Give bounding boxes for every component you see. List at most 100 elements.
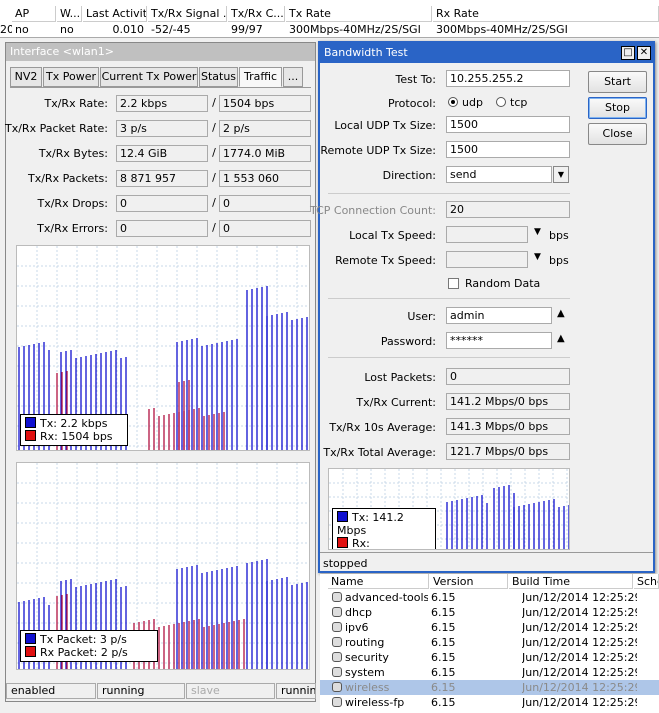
package-version: 6.15 (431, 681, 456, 694)
random-data-checkbox[interactable]: Random Data (448, 277, 540, 290)
package-row[interactable]: wireless 6.15 Jun/12/2014 12:25:29 (320, 680, 659, 695)
col-version[interactable]: Version (430, 574, 508, 589)
col-rx-rate[interactable]: Rx Rate (433, 6, 659, 22)
field-tx-value: 2.2 kbps (116, 95, 208, 112)
package-row[interactable]: advanced-tools 6.15 Jun/12/2014 12:25:29 (320, 590, 659, 605)
legend-tx-packet: Tx Packet: 3 p/s (40, 633, 127, 646)
cell-signal: -52/-45 (151, 23, 191, 36)
col-build-time[interactable]: Build Time (509, 574, 633, 589)
field-label: Tx/Rx Rate: (44, 97, 108, 110)
package-build-time: Jun/12/2014 12:25:29 (522, 606, 637, 619)
tab-more[interactable]: ... (283, 67, 303, 87)
legend-tx-rate: Tx: 2.2 kbps (40, 417, 108, 430)
start-button[interactable]: Start (588, 71, 647, 93)
package-build-time: Jun/12/2014 12:25:29 (522, 591, 637, 604)
col-ap[interactable]: AP (12, 6, 56, 22)
maximize-icon[interactable]: □ (621, 46, 635, 60)
stop-button[interactable]: Stop (588, 97, 647, 119)
protocol-tcp-radio[interactable]: tcp (496, 96, 527, 109)
interface-window: Interface <wlan1> NV2 Tx Power Current T… (5, 42, 316, 702)
package-build-time: Jun/12/2014 12:25:29 (522, 651, 637, 664)
remote-speed-dropdown-icon[interactable]: ▼ (534, 252, 541, 262)
package-row[interactable]: wireless-fp 6.15 Jun/12/2014 12:25:29 (320, 695, 659, 710)
tab-nv2[interactable]: NV2 (10, 67, 42, 87)
status-slave: slave (186, 683, 275, 699)
password-input[interactable]: ****** (446, 332, 552, 349)
col-ccq[interactable]: Tx/Rx C... (228, 6, 285, 22)
package-build-time: Jun/12/2014 12:25:29 (522, 666, 637, 679)
local-udp-input[interactable]: 1500 (446, 116, 570, 133)
status-running-2: running (276, 683, 316, 699)
protocol-udp-radio[interactable]: udp (448, 96, 483, 109)
rx-swatch (25, 430, 36, 441)
bw-tx-swatch (337, 511, 348, 522)
remote-speed-input[interactable] (446, 251, 528, 268)
tcp-radio-icon (496, 97, 506, 107)
remote-udp-input[interactable]: 1500 (446, 141, 570, 158)
package-row[interactable]: ipv6 6.15 Jun/12/2014 12:25:29 (320, 620, 659, 635)
package-name: routing (345, 636, 385, 649)
registration-table: AP W... Last Activit... Tx/Rx Signal ...… (0, 0, 659, 38)
package-name: security (345, 651, 389, 664)
checkbox-icon (448, 278, 459, 289)
package-row[interactable]: security 6.15 Jun/12/2014 12:25:29 (320, 650, 659, 665)
package-version: 6.15 (431, 696, 456, 709)
bw-legend-rx: Rx: (352, 537, 370, 550)
col-scheduled[interactable]: Sche (634, 574, 659, 589)
local-speed-dropdown-icon[interactable]: ▼ (534, 227, 541, 237)
field-separator: / (212, 146, 216, 159)
avg10-label: Tx/Rx 10s Average: (329, 421, 436, 434)
direction-select[interactable]: send (446, 166, 552, 183)
direction-label: Direction: (382, 169, 436, 182)
col-signal[interactable]: Tx/Rx Signal ... (148, 6, 227, 22)
random-data-label: Random Data (465, 277, 541, 290)
lost-packets-value: 0 (446, 368, 570, 385)
bandwidth-test-title[interactable]: Bandwidth Test (320, 43, 653, 63)
close-button[interactable]: Close (588, 123, 647, 145)
col-name[interactable]: Name (328, 574, 429, 589)
field-tx-value: 0 (116, 220, 208, 237)
current-label: Tx/Rx Current: (356, 396, 436, 409)
test-to-label: Test To: (395, 73, 436, 86)
tab-current-tx-power[interactable]: Current Tx Power (100, 67, 198, 87)
package-row[interactable]: system 6.15 Jun/12/2014 12:25:29 (320, 665, 659, 680)
package-name: ipv6 (345, 621, 369, 634)
close-icon[interactable]: ✕ (637, 46, 651, 60)
col-w[interactable]: W... (57, 6, 82, 22)
status-running: running (97, 683, 185, 699)
user-input[interactable]: admin (446, 307, 552, 324)
protocol-udp-label: udp (462, 96, 483, 109)
package-row[interactable]: routing 6.15 Jun/12/2014 12:25:29 (320, 635, 659, 650)
test-to-input[interactable]: 10.255.255.2 (446, 70, 570, 87)
field-label: Tx/Rx Packet Rate: (5, 122, 108, 135)
package-icon (332, 592, 342, 602)
field-tx-value: 0 (116, 195, 208, 212)
traffic-rate-graph: Tx: 2.2 kbps Rx: 1504 bps (16, 245, 310, 451)
package-name: dhcp (345, 606, 372, 619)
tab-tx-power[interactable]: Tx Power (43, 67, 99, 87)
tab-traffic[interactable]: Traffic (239, 67, 282, 87)
lost-packets-label: Lost Packets: (364, 371, 436, 384)
remote-udp-label: Remote UDP Tx Size: (320, 144, 436, 157)
package-version: 6.15 (431, 636, 456, 649)
local-speed-unit: bps (549, 229, 569, 242)
field-tx-value: 8 871 957 (116, 170, 208, 187)
package-row[interactable]: dhcp 6.15 Jun/12/2014 12:25:29 (320, 605, 659, 620)
cell-w: no (60, 23, 74, 36)
field-label: Tx/Rx Packets: (27, 172, 108, 185)
tx-swatch (25, 417, 36, 428)
col-last-activity[interactable]: Last Activit... (83, 6, 147, 22)
tcp-count-input[interactable]: 20 (446, 201, 570, 218)
direction-dropdown-icon[interactable]: ▼ (553, 166, 569, 183)
package-build-time: Jun/12/2014 12:25:29 (522, 696, 637, 709)
tab-status[interactable]: Status (199, 67, 238, 87)
local-speed-input[interactable] (446, 226, 528, 243)
local-speed-label: Local Tx Speed: (349, 229, 436, 242)
package-list: Name Version Build Time Sche advanced-to… (320, 574, 659, 713)
interface-window-title[interactable]: Interface <wlan1> (6, 43, 315, 61)
package-icon (332, 622, 342, 632)
password-up-arrow-icon[interactable]: ▲ (557, 333, 565, 344)
user-up-arrow-icon[interactable]: ▲ (557, 308, 565, 319)
package-icon (332, 652, 342, 662)
col-tx-rate[interactable]: Tx Rate (286, 6, 432, 22)
